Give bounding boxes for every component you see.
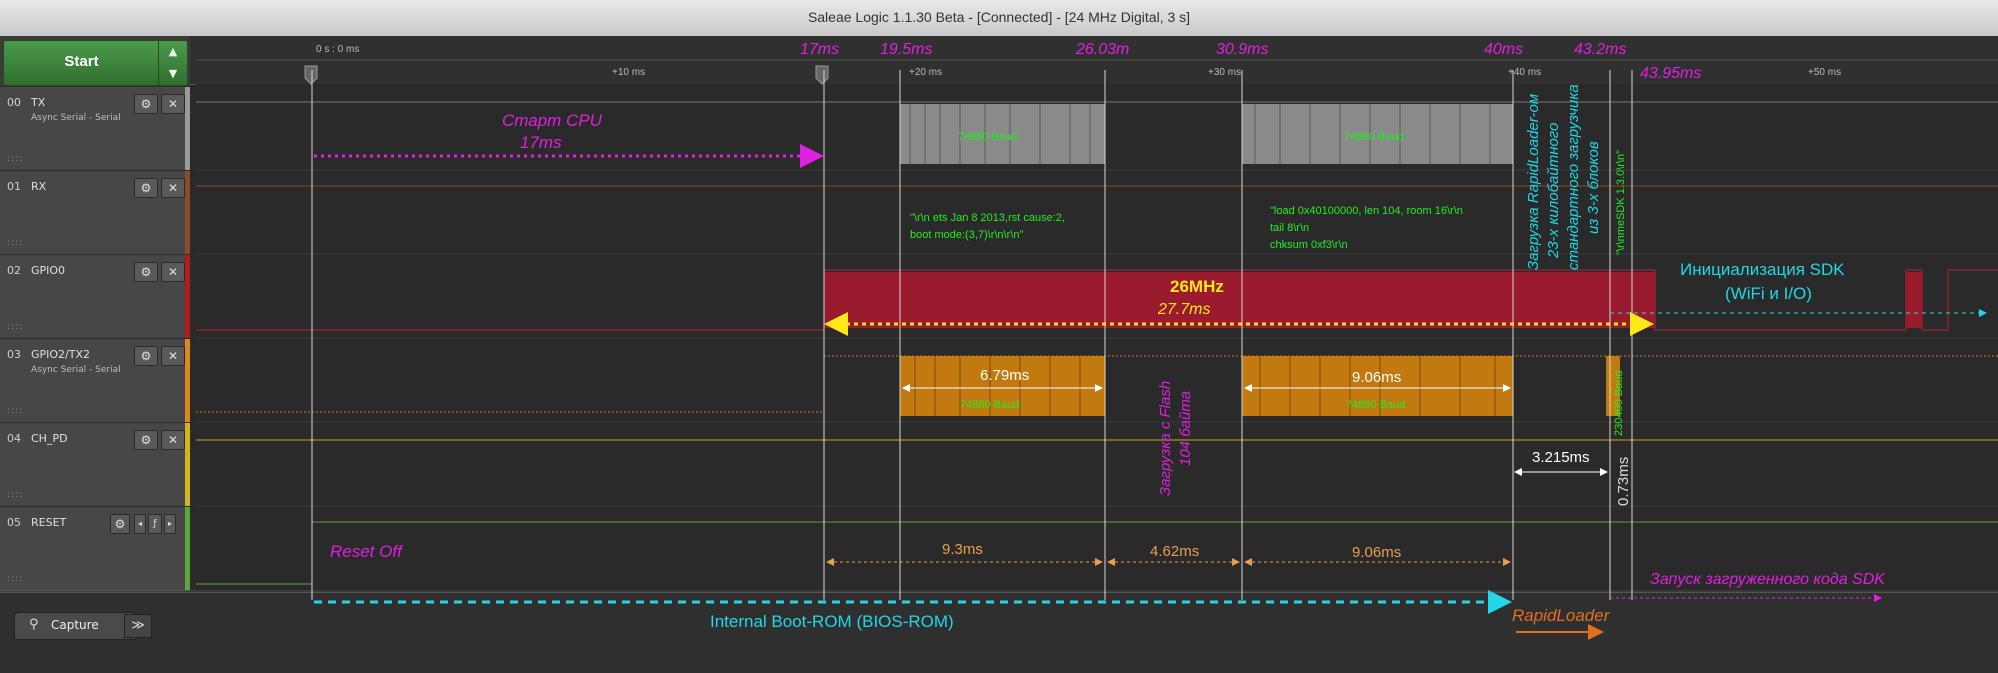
duration-label: 0.73ms (1615, 457, 1632, 506)
flash-load-label: 104 байта (1177, 391, 1194, 466)
cpu-start-label: Старт CPU (502, 111, 603, 130)
gpio0-high-region (824, 272, 1655, 328)
tx2-baud-label: 74880 Baud (1346, 399, 1405, 411)
duration-label: 9.06ms (1352, 544, 1401, 561)
duration-label: 9.3ms (942, 541, 983, 558)
sdk-init-label: Инициализация SDK (1680, 260, 1845, 279)
gpio0-pulse (1906, 272, 1922, 328)
ruler-tick: +30 ms (1208, 67, 1241, 78)
marker-label: 19.5ms (880, 41, 932, 58)
tx2-baud-label: 230400 Baud (1613, 371, 1625, 436)
ruler-tick: +10 ms (612, 67, 645, 78)
rapid-loader-label: 23-х килобайтного (1545, 123, 1562, 259)
duration-label: 4.62ms (1150, 543, 1199, 560)
rapid-loader-label: Загрузка RapidLoader-ом (1525, 94, 1542, 270)
sdk-run-label: Запуск загруженного кода SDK (1650, 571, 1886, 588)
tx2-baud-label: 74880 Baud (960, 399, 1019, 411)
sdk-version-string: "\r\nmeSDK 1.3.0\r\n" (1615, 150, 1627, 255)
reset-off-label: Reset Off (330, 542, 404, 561)
rapid-loader-label: стандартного загрузчика (1565, 84, 1582, 270)
annotation-overlay: 0 s : 0 ms +10 ms +20 ms +30 ms +40 ms +… (196, 41, 1998, 640)
rx-decoded-text: tail 8\r\n (1270, 222, 1309, 234)
gpio0-time-label: 27.7ms (1157, 301, 1210, 318)
ruler-tick: +20 ms (909, 67, 942, 78)
rx-decoded-text: chksum 0xf3\r\n (1270, 239, 1348, 251)
marker-label: 17ms (800, 41, 839, 58)
cpu-start-time: 17ms (520, 133, 562, 152)
marker-flag-icon (304, 65, 318, 85)
duration-label: 9.06ms (1352, 369, 1401, 386)
duration-label: 3.215ms (1532, 449, 1590, 466)
marker-label: 40ms (1484, 41, 1523, 58)
marker-label: 30.9ms (1216, 41, 1268, 58)
sdk-init-label: (WiFi и I/O) (1725, 284, 1812, 303)
rapidloader-label: RapidLoader (1512, 606, 1611, 625)
rx-decoded-text: boot mode:(3,7)\r\n\r\n" (910, 229, 1023, 241)
rx-decoded-text: "load 0x40100000, len 104, room 16\r\n (1270, 205, 1463, 217)
ruler-origin-label: 0 s : 0 ms (316, 44, 359, 55)
rapid-loader-label: из 3-х блоков (1585, 141, 1602, 234)
marker-label: 26.03m (1075, 41, 1129, 58)
rx-decoded-text: "\r\n ets Jan 8 2013,rst cause:2, (910, 212, 1065, 224)
flash-load-label: Загрузка с Flash (1157, 381, 1174, 496)
ruler-tick: +50 ms (1808, 67, 1841, 78)
marker-label: 43.2ms (1574, 41, 1626, 58)
marker-label: 43.95ms (1640, 65, 1701, 82)
bootrom-label: Internal Boot-ROM (BIOS-ROM) (710, 612, 954, 631)
marker-flag-icon (815, 65, 829, 85)
tx-baud-label: 74880 Baud (958, 131, 1017, 143)
tx-baud-label: 74880 Baud (1344, 131, 1403, 143)
duration-label: 6.79ms (980, 367, 1029, 384)
gpio0-freq-label: 26MHz (1170, 277, 1224, 296)
